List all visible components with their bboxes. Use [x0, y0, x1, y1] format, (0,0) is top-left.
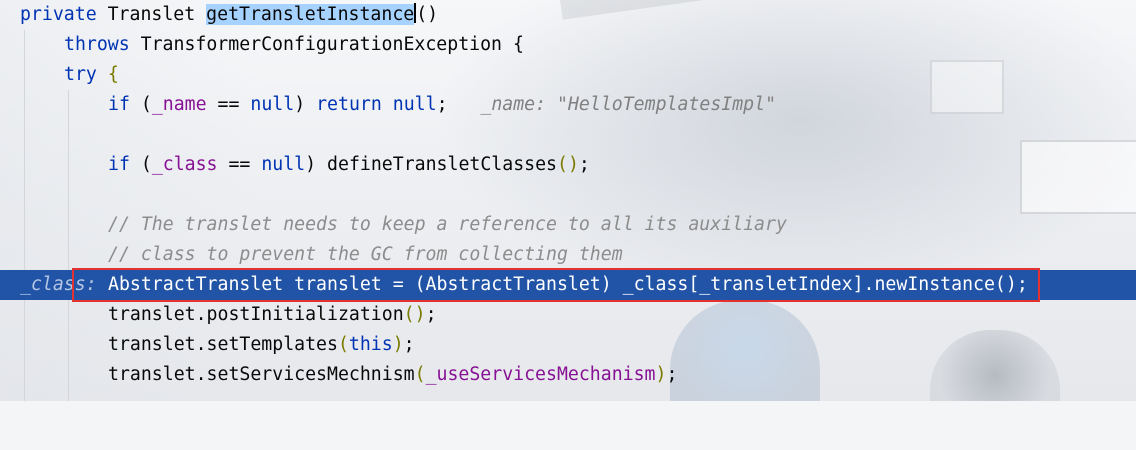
operator: == — [217, 154, 262, 175]
keyword: null — [392, 94, 437, 115]
code-line-11[interactable]: translet.setServicesMechnism(_useService… — [0, 360, 1136, 390]
semicolon: ; — [578, 154, 590, 175]
return-type: Translet — [107, 4, 196, 25]
code-line-6[interactable]: // The translet needs to keep a referenc… — [0, 210, 1136, 240]
keyword: this — [348, 334, 393, 355]
code-line-7[interactable]: // class to prevent the GC from collecti… — [0, 240, 1136, 270]
semicolon: ; — [425, 304, 437, 325]
exception-type: TransformerConfigurationException — [140, 34, 502, 55]
current-execution-line[interactable]: AbstractTranslet translet = (AbstractTra… — [0, 270, 1136, 300]
keyword: null — [261, 154, 306, 175]
paren: ( — [414, 364, 426, 385]
debug-inline-value: _class: — [20, 274, 97, 295]
parens: () — [416, 4, 439, 25]
keyword: if — [108, 94, 130, 115]
paren: ( — [140, 94, 152, 115]
code-line-9[interactable]: translet.postInitialization(); — [0, 300, 1136, 330]
method-call: translet.setServicesMechnism — [108, 364, 415, 385]
parens: () — [557, 154, 579, 175]
code-line-2[interactable]: throws TransformerConfigurationException… — [0, 30, 1136, 60]
parens: () — [403, 304, 426, 325]
semicolon: ; — [666, 364, 678, 385]
semicolon: ; — [403, 334, 415, 355]
paren: ) — [392, 334, 404, 355]
code-line-5[interactable]: if (_class == null) defineTransletClasse… — [0, 150, 1136, 180]
keyword: private — [20, 4, 97, 25]
brace: { — [107, 64, 119, 85]
keyword: throws — [64, 34, 130, 55]
keyword: return — [316, 94, 382, 115]
code-line-10[interactable]: translet.setTemplates(this); — [0, 330, 1136, 360]
code-editor[interactable]: private Translet getTransletInstance() t… — [0, 0, 1136, 401]
method-call: defineTransletClasses — [327, 154, 557, 175]
comment: // class to prevent the GC from collecti… — [108, 244, 623, 265]
paren: ) — [305, 154, 317, 175]
paren: ( — [337, 334, 349, 355]
comment: // The translet needs to keep a referenc… — [108, 214, 787, 235]
code-line-1[interactable]: private Translet getTransletInstance() — [0, 0, 1136, 30]
paren: ) — [294, 94, 306, 115]
debug-inline-value: _name: "HelloTemplatesImpl" — [480, 94, 777, 115]
field-ref: _class — [151, 154, 218, 175]
keyword: if — [108, 154, 130, 175]
code-line-4[interactable]: if (_name == null) return null; _name: "… — [0, 90, 1136, 120]
method-call: translet.postInitialization — [108, 304, 404, 325]
statement: AbstractTranslet translet = (AbstractTra… — [108, 274, 1028, 295]
paren: ) — [655, 364, 667, 385]
keyword: try — [64, 64, 97, 85]
field-ref: _name — [151, 94, 207, 115]
paren: ( — [140, 154, 152, 175]
code-line-3[interactable]: try { — [0, 60, 1136, 90]
method-call: translet.setTemplates — [108, 334, 338, 355]
keyword: null — [250, 94, 295, 115]
operator: == — [206, 94, 251, 115]
selected-method-name[interactable]: getTransletInstance — [206, 4, 415, 25]
brace: { — [512, 34, 524, 55]
semicolon: ; — [436, 94, 448, 115]
field-ref: _useServicesMechanism — [425, 364, 656, 385]
